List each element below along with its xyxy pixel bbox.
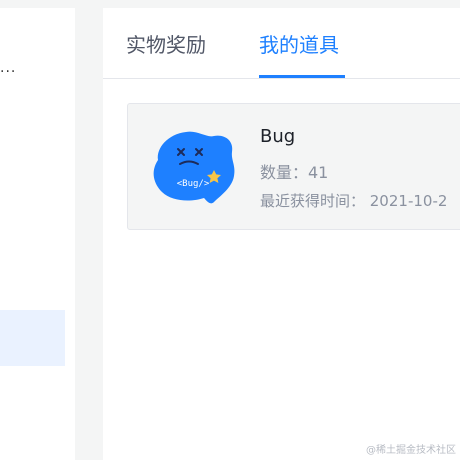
active-tab-indicator xyxy=(259,75,345,78)
item-obtained-time: 最近获得时间： 2021-10-2 xyxy=(260,192,448,210)
bug-image-label: <Bug/> xyxy=(177,179,210,189)
watermark: @稀土掘金技术社区 xyxy=(366,445,456,456)
app-window: ... 实物奖励 我的道具 <Bug/> Bug 数量：41 最近获得时间： 2… xyxy=(0,0,460,460)
sidebar: ... xyxy=(0,8,75,460)
item-card[interactable]: <Bug/> Bug 数量：41 最近获得时间： 2021-10-2 xyxy=(127,103,460,230)
bug-mascot-icon: <Bug/> xyxy=(153,131,235,204)
sidebar-item-active[interactable] xyxy=(0,310,65,366)
bug-item-image: <Bug/> xyxy=(148,126,240,206)
item-name: Bug xyxy=(260,126,296,147)
sidebar-truncated-text: ... xyxy=(0,60,17,76)
tab-my-items[interactable]: 我的道具 xyxy=(259,31,339,59)
tab-physical-rewards[interactable]: 实物奖励 xyxy=(126,31,206,59)
main-panel: 实物奖励 我的道具 <Bug/> Bug 数量：41 最近获得时间： 2021-… xyxy=(103,8,460,460)
item-quantity: 数量：41 xyxy=(260,163,329,182)
tab-bar: 实物奖励 我的道具 xyxy=(103,8,460,79)
